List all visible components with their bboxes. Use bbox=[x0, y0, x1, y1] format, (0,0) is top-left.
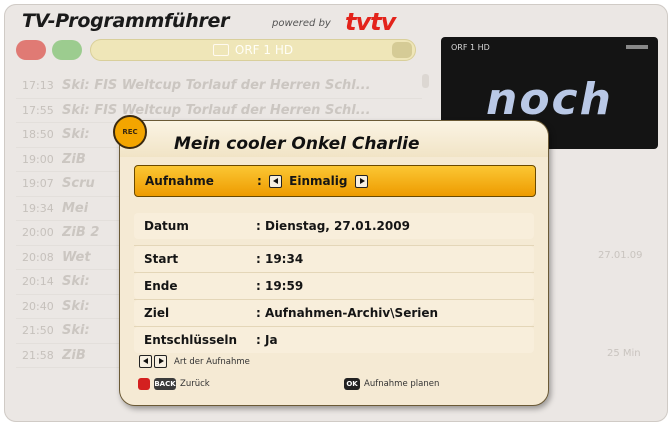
list-item-time: 19:07 bbox=[22, 177, 54, 191]
start-field: Start : 19:34 bbox=[134, 246, 534, 272]
decrypt-field: Entschlüsseln : Ja bbox=[134, 327, 534, 353]
list-scrollbar[interactable] bbox=[422, 74, 429, 88]
nav-hint: Art der Aufnahme bbox=[138, 355, 250, 368]
green-button[interactable] bbox=[52, 40, 82, 60]
list-item-title: Ski: FIS Weltcup Torlauf der Herren Schl… bbox=[62, 78, 371, 94]
side-date: 27.01.09 bbox=[598, 250, 643, 261]
plan-recording-action[interactable]: OK Aufnahme planen bbox=[344, 378, 439, 390]
list-item-time: 21:58 bbox=[22, 348, 54, 362]
list-item-title: Ski: bbox=[62, 127, 90, 143]
recording-type-field[interactable]: Aufnahme : Einmalig bbox=[134, 165, 536, 197]
end-label: Ende bbox=[144, 279, 178, 293]
preview-channel-label: ORF 1 HD bbox=[451, 43, 490, 52]
decrypt-label: Entschlüsseln bbox=[144, 333, 238, 347]
record-dialog: REC Mein cooler Onkel Charlie Aufnahme :… bbox=[113, 115, 549, 406]
list-item-time: 19:00 bbox=[22, 152, 54, 166]
list-item-title: Scru bbox=[62, 176, 95, 192]
list-item-time: 17:13 bbox=[22, 79, 54, 93]
ok-key-icon: OK bbox=[344, 378, 360, 390]
list-item-title: Mei bbox=[62, 200, 89, 216]
signal-icon bbox=[626, 45, 648, 49]
end-value: : 19:59 bbox=[256, 279, 304, 293]
arrow-right-icon bbox=[154, 355, 167, 368]
list-item-time: 20:08 bbox=[22, 250, 54, 264]
list-item-time: 18:50 bbox=[22, 128, 54, 142]
list-item-title: ZiB bbox=[62, 347, 86, 363]
red-button[interactable] bbox=[16, 40, 46, 60]
list-item-time: 19:34 bbox=[22, 201, 54, 215]
date-field: Datum : Dienstag, 27.01.2009 bbox=[134, 213, 534, 239]
rec-icon: REC bbox=[113, 115, 147, 149]
recording-type-value: Einmalig bbox=[289, 174, 348, 188]
side-duration: 25 Min bbox=[607, 348, 641, 359]
recording-type-label: Aufnahme bbox=[145, 174, 214, 188]
date-label: Datum bbox=[144, 219, 189, 233]
red-key-icon bbox=[138, 378, 150, 390]
list-item-time: 21:50 bbox=[22, 324, 54, 338]
arrow-left-icon bbox=[139, 355, 152, 368]
back-action[interactable]: BACK Zurück bbox=[138, 378, 210, 390]
target-value: : Aufnahmen-Archiv\Serien bbox=[256, 306, 439, 320]
list-item-title: Ski: FIS Weltcup Torlauf der Herren Schl… bbox=[62, 102, 371, 118]
arrow-right-icon[interactable] bbox=[354, 175, 368, 188]
ok-label: Aufnahme planen bbox=[364, 379, 440, 389]
start-label: Start bbox=[144, 252, 179, 266]
tv-icon bbox=[212, 44, 229, 56]
start-value: : 19:34 bbox=[256, 252, 304, 266]
list-item-title: Ski: bbox=[62, 323, 90, 339]
back-key-icon: BACK bbox=[154, 378, 176, 390]
list-item[interactable]: 17:13 Ski: FIS Weltcup Torlauf der Herren… bbox=[16, 74, 422, 99]
nav-hint-label: Art der Aufnahme bbox=[174, 356, 250, 367]
back-label: Zurück bbox=[180, 379, 210, 389]
list-item-title: Ski: bbox=[62, 274, 90, 290]
channel-selector[interactable]: ORF 1 HD bbox=[90, 39, 416, 61]
recording-type-value-wrap: : Einmalig bbox=[257, 174, 535, 188]
list-item-title: ZiB 2 bbox=[62, 225, 100, 241]
list-item-title: ZiB bbox=[62, 151, 86, 167]
list-item-time: 17:55 bbox=[22, 103, 54, 117]
dialog-title: Mein cooler Onkel Charlie bbox=[174, 134, 420, 154]
list-item-title: Ski: bbox=[62, 298, 90, 314]
decrypt-value: : Ja bbox=[256, 333, 278, 347]
channel-info-icon[interactable] bbox=[392, 42, 412, 58]
brand-logo: tvtv bbox=[345, 8, 396, 36]
target-field: Ziel : Aufnahmen-Archiv\Serien bbox=[134, 300, 534, 326]
target-label: Ziel bbox=[144, 306, 170, 320]
date-value: : Dienstag, 27.01.2009 bbox=[256, 219, 410, 233]
list-item-time: 20:14 bbox=[22, 275, 54, 289]
arrow-left-icon[interactable] bbox=[268, 175, 282, 188]
end-field: Ende : 19:59 bbox=[134, 273, 534, 299]
list-item-time: 20:00 bbox=[22, 226, 54, 240]
app-title: TV-Programmführer bbox=[22, 10, 230, 32]
preview-overlay-text: noch bbox=[486, 74, 613, 125]
powered-by-label: powered by bbox=[272, 18, 331, 29]
list-item-time: 20:40 bbox=[22, 299, 54, 313]
channel-label: ORF 1 HD bbox=[234, 43, 294, 57]
nav-keys bbox=[138, 355, 168, 368]
list-item-title: Wet bbox=[62, 249, 91, 265]
